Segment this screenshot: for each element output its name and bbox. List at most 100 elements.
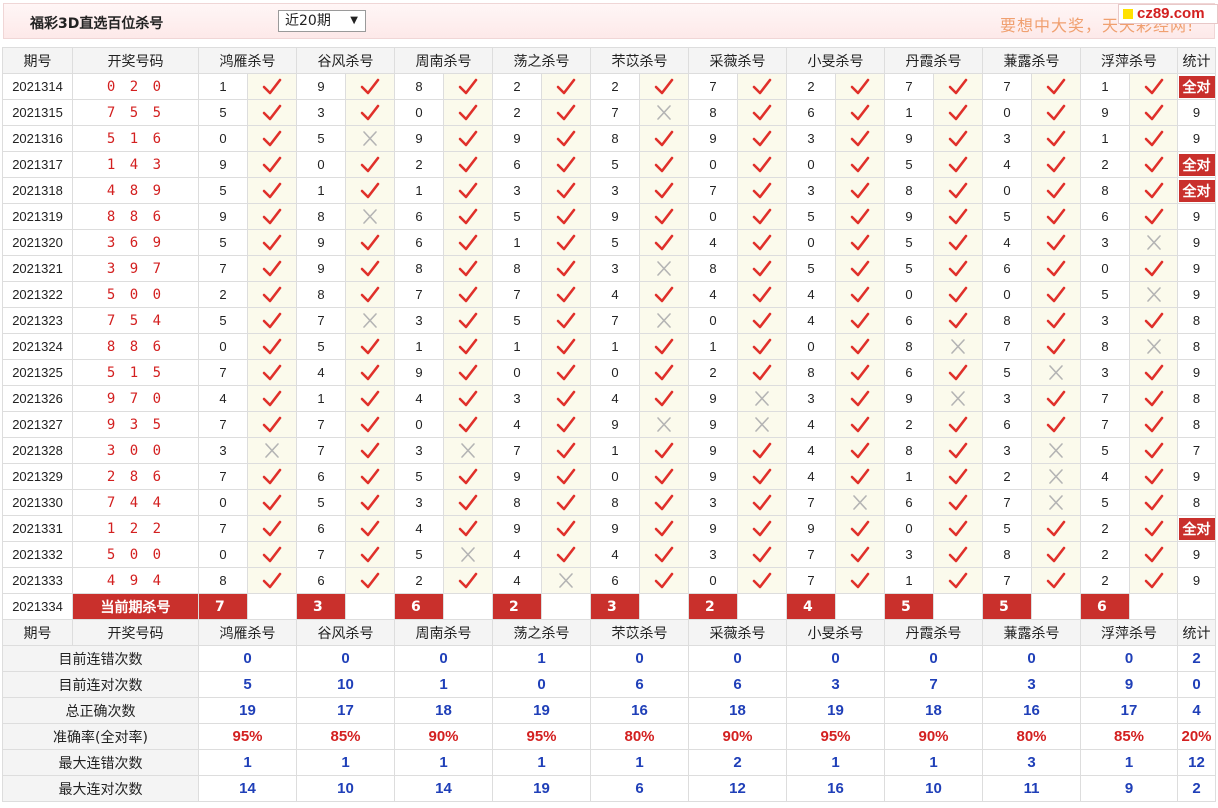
kill-number: 6 — [884, 489, 934, 516]
kill-number: 1 — [394, 333, 444, 360]
col-header-expert[interactable]: 鸿雁杀号 — [198, 47, 297, 74]
kill-number: 8 — [296, 203, 346, 230]
summary-stat: 0 — [1177, 671, 1216, 698]
check-icon — [1031, 203, 1081, 230]
kill-number: 5 — [590, 229, 640, 256]
kill-number: 6 — [982, 255, 1032, 282]
period-cell: 2021320 — [2, 229, 73, 256]
check-icon — [933, 99, 983, 126]
check-icon — [443, 177, 493, 204]
kill-number: 7 — [296, 307, 346, 334]
check-icon — [541, 203, 591, 230]
check-icon — [1129, 307, 1178, 334]
check-icon — [345, 333, 395, 360]
kill-number: 9 — [688, 125, 738, 152]
summary-label: 总正确次数 — [2, 697, 199, 724]
stat-cell: 8 — [1177, 307, 1216, 334]
col-header-expert[interactable]: 荡之杀号 — [492, 619, 591, 646]
summary-value: 9 — [1080, 775, 1178, 802]
col-header-expert[interactable]: 丹霞杀号 — [884, 619, 983, 646]
cross-icon — [443, 541, 493, 568]
summary-label: 目前连对次数 — [2, 671, 199, 698]
check-icon — [737, 307, 787, 334]
kill-number: 7 — [198, 359, 248, 386]
table-row: 2021329 2 8 67 6 5 9 0 9 4 1 2 4 9 — [2, 463, 1216, 490]
check-icon — [247, 359, 297, 386]
check-icon — [541, 73, 591, 100]
kill-number: 5 — [590, 151, 640, 178]
summary-value: 6 — [688, 671, 787, 698]
summary-value: 11 — [982, 775, 1081, 802]
summary-value: 90% — [394, 723, 493, 750]
check-icon — [835, 333, 885, 360]
col-header-expert[interactable]: 丹霞杀号 — [884, 47, 983, 74]
col-header-expert[interactable]: 荡之杀号 — [492, 47, 591, 74]
col-header-expert[interactable]: 蒹露杀号 — [982, 619, 1081, 646]
check-icon — [1129, 177, 1178, 204]
check-icon — [639, 125, 689, 152]
draw-numbers: 3 6 9 — [72, 229, 199, 256]
check-icon — [835, 151, 885, 178]
summary-stat: 20% — [1177, 723, 1216, 750]
col-header-expert[interactable]: 采薇杀号 — [688, 47, 787, 74]
check-icon — [541, 385, 591, 412]
check-icon — [835, 203, 885, 230]
kill-number: 3 — [590, 177, 640, 204]
check-icon — [737, 177, 787, 204]
check-icon — [1129, 151, 1178, 178]
cross-icon — [639, 411, 689, 438]
kill-number: 9 — [688, 411, 738, 438]
kill-number: 0 — [982, 177, 1032, 204]
col-header-expert[interactable]: 蒹露杀号 — [982, 47, 1081, 74]
summary-value: 7 — [884, 671, 983, 698]
check-icon — [247, 255, 297, 282]
check-icon — [345, 73, 395, 100]
summary-value: 0 — [1080, 645, 1178, 672]
col-header-expert[interactable]: 采薇杀号 — [688, 619, 787, 646]
table-row: 2021315 7 5 55 3 0 2 7 8 6 1 0 9 9 — [2, 99, 1216, 126]
check-icon — [443, 307, 493, 334]
col-header-expert[interactable]: 鸿雁杀号 — [198, 619, 297, 646]
check-icon — [737, 515, 787, 542]
kill-number: 2 — [1080, 541, 1130, 568]
col-header-expert[interactable]: 周南杀号 — [394, 47, 493, 74]
kill-number: 3 — [492, 385, 542, 412]
kill-number: 3 — [296, 99, 346, 126]
col-header-expert[interactable]: 小旻杀号 — [786, 619, 885, 646]
kill-number: 4 — [982, 151, 1032, 178]
summary-stat: 12 — [1177, 749, 1216, 776]
col-header-expert[interactable]: 浮萍杀号 — [1080, 47, 1178, 74]
col-header-expert[interactable]: 谷风杀号 — [296, 47, 395, 74]
kill-number: 6 — [296, 463, 346, 490]
check-icon — [933, 411, 983, 438]
col-header-expert[interactable]: 芣苡杀号 — [590, 47, 689, 74]
check-icon — [1031, 151, 1081, 178]
check-icon — [933, 359, 983, 386]
summary-value: 0 — [884, 645, 983, 672]
current-kill-number: 2 — [492, 593, 542, 620]
site-logo[interactable]: cz89.com — [1118, 4, 1218, 24]
check-icon — [737, 489, 787, 516]
cross-icon — [345, 307, 395, 334]
col-header-expert[interactable]: 周南杀号 — [394, 619, 493, 646]
check-icon — [1031, 567, 1081, 594]
draw-numbers: 1 4 3 — [72, 151, 199, 178]
kill-number: 9 — [1080, 99, 1130, 126]
draw-numbers: 7 5 5 — [72, 99, 199, 126]
check-icon — [835, 125, 885, 152]
kill-number: 9 — [884, 203, 934, 230]
col-header-expert[interactable]: 芣苡杀号 — [590, 619, 689, 646]
period-cell: 2021333 — [2, 567, 73, 594]
col-header-expert[interactable]: 谷风杀号 — [296, 619, 395, 646]
summary-value: 0 — [394, 645, 493, 672]
summary-value: 95% — [198, 723, 297, 750]
check-icon — [345, 151, 395, 178]
stat-cell: 全对 — [1177, 151, 1216, 178]
col-header-expert[interactable]: 小旻杀号 — [786, 47, 885, 74]
table-row: 2021320 3 6 959615405439 — [2, 229, 1216, 256]
period-select[interactable]: 近20期 ▼ — [278, 10, 366, 32]
summary-value: 3 — [786, 671, 885, 698]
kill-number: 1 — [394, 177, 444, 204]
current-kill-number: 3 — [590, 593, 640, 620]
col-header-expert[interactable]: 浮萍杀号 — [1080, 619, 1178, 646]
